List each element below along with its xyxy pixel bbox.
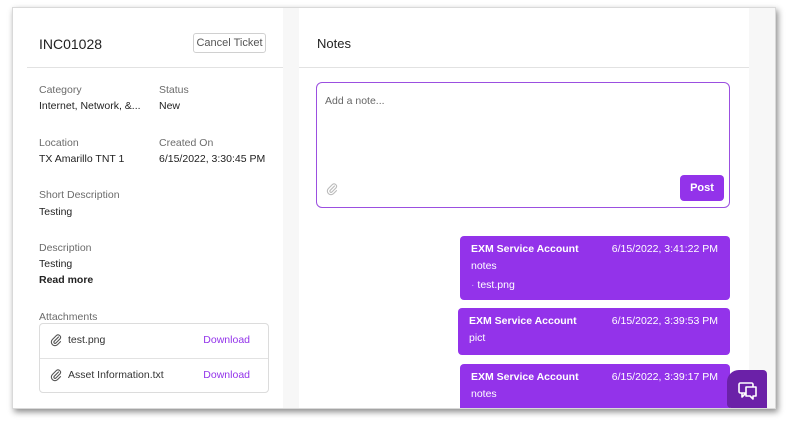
note-message: EXM Service Account 6/15/2022, 3:39:53 P… [458,308,730,355]
note-timestamp: 6/15/2022, 3:39:17 PM [611,371,718,383]
post-button[interactable]: Post [680,175,724,201]
category-value: Internet, Network, &... [39,100,141,112]
ticket-id: INC01028 [39,36,103,52]
panel-gutter [283,8,299,408]
notes-panel: Notes Post EXM Service Account 6/15/2022… [299,8,749,408]
note-author: EXM Service Account [469,315,577,327]
short-description-value: Testing [39,206,73,218]
note-composer: Post [316,82,730,208]
read-more-link[interactable]: Read more [39,274,93,286]
attachments-label: Attachments [39,311,98,323]
note-attachment-name: test.png [477,279,515,291]
note-attachment[interactable]: · test.png [471,279,515,291]
created-on-label: Created On [159,137,214,149]
location-value: TX Amarillo TNT 1 [39,153,125,165]
chat-launcher-button[interactable] [727,370,767,408]
description-label: Description [39,242,92,254]
scroll-gutter [749,8,775,408]
cancel-ticket-button[interactable]: Cancel Ticket [193,33,266,53]
download-link[interactable]: Download [203,369,250,381]
ticket-details-panel: INC01028 Cancel Ticket Category Internet… [13,8,283,408]
note-timestamp: 6/15/2022, 3:39:53 PM [611,315,718,327]
paperclip-icon: · [471,279,475,291]
notes-divider [299,67,749,68]
short-description-label: Short Description [39,189,120,201]
description-value: Testing [39,258,73,270]
location-label: Location [39,137,79,149]
attachment-row: Asset Information.txt Download [40,358,268,393]
note-text: pict [469,332,486,344]
paperclip-icon [50,369,62,382]
note-text: notes [471,388,497,400]
category-label: Category [39,84,82,96]
note-author: EXM Service Account [471,243,579,255]
attachment-row: test.png Download [40,324,268,358]
paperclip-icon [50,334,62,347]
attachments-list: test.png Download Asset Information.txt … [39,323,269,393]
note-text: notes [471,260,497,272]
note-message: EXM Service Account 6/15/2022, 3:41:22 P… [460,236,730,300]
note-timestamp: 6/15/2022, 3:41:22 PM [611,243,718,255]
attachment-name: Asset Information.txt [68,369,164,381]
note-message: EXM Service Account 6/15/2022, 3:39:17 P… [460,364,730,408]
chat-bubbles-icon [738,382,757,400]
created-on-value: 6/15/2022, 3:30:45 PM [159,153,266,165]
attach-file-icon[interactable] [326,182,338,196]
download-link[interactable]: Download [203,334,250,346]
status-label: Status [159,84,189,96]
attachment-name: test.png [68,334,106,346]
app-window: INC01028 Cancel Ticket Category Internet… [12,7,776,409]
notes-title: Notes [317,36,351,51]
note-input[interactable] [325,93,705,109]
note-author: EXM Service Account [471,371,579,383]
details-divider [27,67,283,68]
status-value: New [159,100,181,112]
